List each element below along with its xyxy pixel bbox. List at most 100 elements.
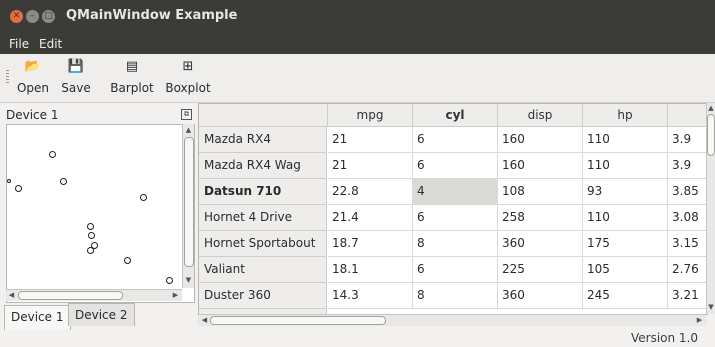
open-icon: 📂 (24, 59, 42, 74)
table-cell[interactable]: 18.1 (328, 257, 413, 283)
column-header-disp[interactable]: disp (498, 104, 583, 127)
row-header[interactable]: Hornet Sportabout (199, 231, 327, 257)
scroll-up-icon[interactable]: ▲ (707, 104, 715, 113)
row-header[interactable]: Mazda RX4 Wag (199, 153, 327, 179)
table-cell[interactable]: 18.7 (328, 231, 413, 257)
table-cell[interactable]: 3.9 (668, 127, 707, 153)
boxplot-label: Boxplot (165, 81, 211, 95)
table-cell[interactable]: 2.76 (668, 257, 707, 283)
row-header[interactable]: Valiant (199, 257, 327, 283)
table-cell[interactable]: 8 (413, 283, 498, 309)
save-button[interactable]: 💾 Save (56, 59, 96, 95)
table-cell[interactable]: 160 (498, 153, 583, 179)
menu-file[interactable]: File (9, 37, 29, 51)
table-cell[interactable]: 3.9 (668, 153, 707, 179)
table-cell[interactable]: 110 (583, 153, 668, 179)
plot-vertical-scrollbar[interactable]: ▲ ▼ (182, 124, 194, 288)
maximize-window-button[interactable]: □ (42, 10, 55, 23)
scroll-left-icon[interactable]: ◀ (7, 291, 16, 300)
row-header[interactable]: Mazda RX4 (199, 127, 327, 153)
table-cell[interactable]: 245 (583, 283, 668, 309)
table-cell[interactable]: 225 (498, 257, 583, 283)
tab-device-1[interactable]: Device 1 (4, 305, 71, 330)
scroll-right-icon[interactable]: ▶ (695, 316, 704, 325)
scroll-thumb[interactable] (184, 137, 194, 267)
table-cell[interactable]: 6 (413, 127, 498, 153)
plot-point (60, 178, 67, 185)
close-window-button[interactable]: ✕ (10, 10, 23, 23)
row-header[interactable]: Hornet 4 Drive (199, 205, 327, 231)
scroll-right-icon[interactable]: ▶ (171, 291, 180, 300)
boxplot-button[interactable]: ⊞ Boxplot (161, 59, 215, 95)
device-plot (6, 124, 195, 303)
column-header-cyl[interactable]: cyl (413, 104, 498, 127)
table-cell[interactable]: 22.8 (328, 179, 413, 205)
plot-point (88, 232, 95, 239)
table-cell[interactable]: 14.3 (328, 283, 413, 309)
boxplot-icon: ⊞ (182, 59, 194, 74)
table-cell[interactable]: 160 (498, 127, 583, 153)
table-corner[interactable] (199, 104, 328, 127)
save-icon: 💾 (67, 59, 85, 74)
plot-horizontal-scrollbar[interactable]: ◀ ▶ (6, 289, 182, 301)
table-cell[interactable]: 6 (413, 257, 498, 283)
plot-point (49, 151, 56, 158)
scroll-thumb[interactable] (18, 291, 123, 300)
plot-point (124, 257, 131, 264)
table-cell[interactable]: 3.15 (668, 231, 707, 257)
table-cell[interactable]: 6 (413, 153, 498, 179)
table-vertical-scrollbar[interactable]: ▲ ▼ (706, 103, 715, 314)
column-header-mpg[interactable]: mpg (328, 104, 413, 127)
barplot-icon: ▤ (125, 59, 139, 74)
plot-point (140, 194, 147, 201)
scroll-thumb[interactable] (707, 114, 715, 156)
table-cell[interactable]: 3.85 (668, 179, 707, 205)
table-horizontal-scrollbar[interactable]: ◀ ▶ (198, 314, 706, 326)
window-title: QMainWindow Example (66, 8, 238, 23)
barplot-label: Barplot (110, 81, 154, 95)
plot-point (87, 223, 94, 230)
status-bar-text: Version 1.0 (630, 331, 698, 345)
table-cell[interactable]: 8 (413, 231, 498, 257)
row-header-selected[interactable]: Datsun 710 (199, 179, 327, 205)
minimize-window-button[interactable]: – (26, 10, 39, 23)
table-cell[interactable]: 360 (498, 283, 583, 309)
column-header-hp[interactable]: hp (583, 104, 668, 127)
selected-cell[interactable]: 4 (413, 179, 498, 205)
title-bar: ✕ – □ QMainWindow Example (0, 0, 715, 34)
table-cell[interactable]: 175 (583, 231, 668, 257)
table-cell[interactable]: 6 (413, 205, 498, 231)
table-cell[interactable]: 105 (583, 257, 668, 283)
plot-point (166, 277, 173, 284)
plot-point (87, 247, 94, 254)
table-cell[interactable]: 110 (583, 127, 668, 153)
table-cell[interactable]: 21 (328, 127, 413, 153)
open-label: Open (16, 81, 50, 95)
table-cell[interactable]: 93 (583, 179, 668, 205)
scroll-down-icon[interactable]: ▼ (184, 276, 193, 285)
table-cell[interactable]: 258 (498, 205, 583, 231)
menu-bar: File Edit (0, 34, 715, 54)
open-button[interactable]: 📂 Open (11, 59, 55, 95)
table-cell[interactable]: 21 (328, 153, 413, 179)
save-label: Save (61, 81, 91, 95)
plot-point (15, 185, 22, 192)
scroll-thumb[interactable] (210, 316, 386, 325)
column-header-drat[interactable]: d (668, 104, 707, 127)
dock-float-icon[interactable]: ⧉ (181, 109, 192, 120)
table-cell[interactable]: 21.4 (328, 205, 413, 231)
table-cell[interactable]: 110 (583, 205, 668, 231)
scroll-down-icon[interactable]: ▼ (707, 303, 715, 312)
toolbar-grip[interactable] (6, 70, 9, 84)
scroll-up-icon[interactable]: ▲ (184, 126, 193, 135)
table-cell[interactable]: 108 (498, 179, 583, 205)
scroll-left-icon[interactable]: ◀ (200, 316, 209, 325)
data-table: mpg cyl disp hp d Mazda RX4 21 6 160 110… (198, 103, 708, 315)
tab-device-2[interactable]: Device 2 (68, 303, 135, 326)
menu-edit[interactable]: Edit (39, 37, 62, 51)
barplot-button[interactable]: ▤ Barplot (104, 59, 160, 95)
table-cell[interactable]: 3.21 (668, 283, 707, 309)
table-cell[interactable]: 360 (498, 231, 583, 257)
table-cell[interactable]: 3.08 (668, 205, 707, 231)
row-header[interactable]: Duster 360 (199, 283, 327, 309)
